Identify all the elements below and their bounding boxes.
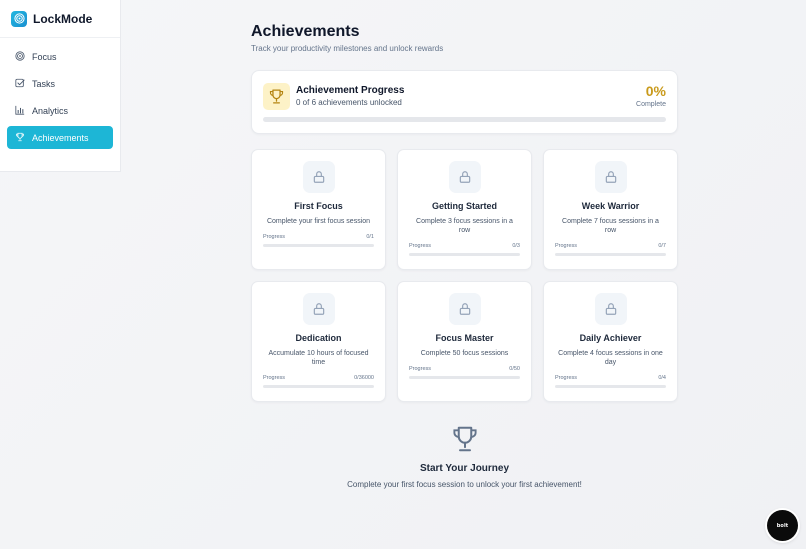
achievement-title: Focus Master bbox=[435, 333, 494, 343]
sidebar-item-focus[interactable]: Focus bbox=[7, 45, 113, 68]
achievement-card-daily-achiever[interactable]: Daily Achiever Complete 4 focus sessions… bbox=[543, 281, 678, 402]
achievement-progress-bar bbox=[555, 385, 666, 388]
journey-title: Start Your Journey bbox=[419, 463, 510, 474]
achievement-progress-value: 0/36000 bbox=[354, 375, 374, 381]
lock-icon bbox=[595, 293, 627, 325]
sidebar-item-label: Tasks bbox=[32, 78, 56, 89]
achievement-description: Accumulate 10 hours of focused time bbox=[268, 350, 369, 366]
achievement-progress-value: 0/1 bbox=[366, 234, 374, 240]
achievement-title: Week Warrior bbox=[581, 201, 640, 211]
trophy-icon bbox=[263, 83, 290, 110]
achievement-title: Getting Started bbox=[431, 201, 497, 211]
achievement-card-getting-started[interactable]: Getting Started Complete 3 focus session… bbox=[397, 149, 532, 270]
achievement-description: Complete 4 focus sessions in one day bbox=[558, 350, 663, 366]
achievement-progress-value: 0/50 bbox=[509, 366, 520, 372]
sidebar-item-label: Analytics bbox=[32, 105, 69, 116]
trophy-icon bbox=[15, 132, 25, 144]
achievement-progress-label: Progress bbox=[263, 234, 286, 240]
progress-title: Achievement Progress bbox=[296, 85, 405, 96]
achievement-description: Complete 3 focus sessions in a row bbox=[416, 218, 513, 234]
page-subtitle: Track your productivity milestones and u… bbox=[251, 44, 444, 53]
achievement-description: Complete your first focus session bbox=[266, 218, 371, 225]
progress-summary: 0 of 6 achievements unlocked bbox=[296, 98, 402, 107]
sidebar: LockMode Focus Tasks Analytics Achieveme… bbox=[0, 0, 121, 172]
target-logo-icon bbox=[11, 10, 27, 27]
sidebar-item-label: Focus bbox=[32, 51, 57, 62]
achievement-card-dedication[interactable]: Dedication Accumulate 10 hours of focuse… bbox=[251, 281, 386, 402]
achievement-card-focus-master[interactable]: Focus Master Complete 50 focus sessions … bbox=[397, 281, 532, 402]
lock-icon bbox=[303, 161, 335, 193]
achievement-card-week-warrior[interactable]: Week Warrior Complete 7 focus sessions i… bbox=[543, 149, 678, 270]
achievement-title: Daily Achiever bbox=[579, 333, 642, 343]
achievement-progress-bar bbox=[263, 385, 374, 388]
lock-icon bbox=[303, 293, 335, 325]
floating-action-button[interactable]: bolt bbox=[767, 510, 798, 541]
achievement-progress-label: Progress bbox=[263, 375, 286, 381]
achievement-progress-card: Achievement Progress 0 of 6 achievements… bbox=[251, 70, 678, 134]
achievement-progress-value: 0/3 bbox=[512, 243, 520, 249]
overall-progress-bar bbox=[263, 117, 666, 122]
sidebar-item-tasks[interactable]: Tasks bbox=[7, 72, 113, 95]
sidebar-item-analytics[interactable]: Analytics bbox=[7, 99, 113, 122]
checkbox-icon bbox=[15, 78, 25, 90]
achievement-progress-value: 0/7 bbox=[658, 243, 666, 249]
achievement-progress-label: Progress bbox=[555, 243, 578, 249]
achievement-progress-bar bbox=[409, 376, 520, 379]
start-journey-section: Start Your Journey Complete your first f… bbox=[251, 424, 678, 489]
achievement-progress-bar bbox=[263, 244, 374, 247]
sidebar-nav: Focus Tasks Analytics Achievements bbox=[0, 38, 120, 160]
progress-percent-label: Complete bbox=[636, 101, 666, 108]
achievement-description: Complete 7 focus sessions in a row bbox=[562, 218, 659, 234]
achievement-card-first-focus[interactable]: First Focus Complete your first focus se… bbox=[251, 149, 386, 270]
lock-icon bbox=[595, 161, 627, 193]
sidebar-item-label: Achievements bbox=[32, 132, 89, 143]
page-title: Achievements bbox=[251, 23, 360, 40]
achievement-progress-label: Progress bbox=[409, 366, 432, 372]
trophy-icon bbox=[452, 426, 477, 452]
achievement-progress-bar bbox=[555, 253, 666, 256]
achievement-progress-label: Progress bbox=[409, 243, 432, 249]
target-icon bbox=[15, 50, 25, 63]
achievement-progress-value: 0/4 bbox=[658, 375, 666, 381]
sidebar-item-achievements[interactable]: Achievements bbox=[7, 126, 113, 149]
app-name: LockMode bbox=[33, 11, 93, 26]
brand[interactable]: LockMode bbox=[0, 0, 120, 38]
journey-subtitle: Complete your first focus session to unl… bbox=[347, 480, 582, 489]
bar-chart-icon bbox=[15, 105, 25, 117]
achievement-title: Dedication bbox=[295, 333, 342, 343]
lock-icon bbox=[449, 161, 481, 193]
progress-percent: 0% bbox=[645, 83, 666, 99]
achievement-progress-bar bbox=[409, 253, 520, 256]
achievement-title: First Focus bbox=[294, 201, 343, 211]
achievement-description: Complete 50 focus sessions bbox=[420, 350, 509, 357]
lock-icon bbox=[449, 293, 481, 325]
achievement-progress-label: Progress bbox=[555, 375, 578, 381]
fab-label: bolt bbox=[776, 522, 789, 529]
